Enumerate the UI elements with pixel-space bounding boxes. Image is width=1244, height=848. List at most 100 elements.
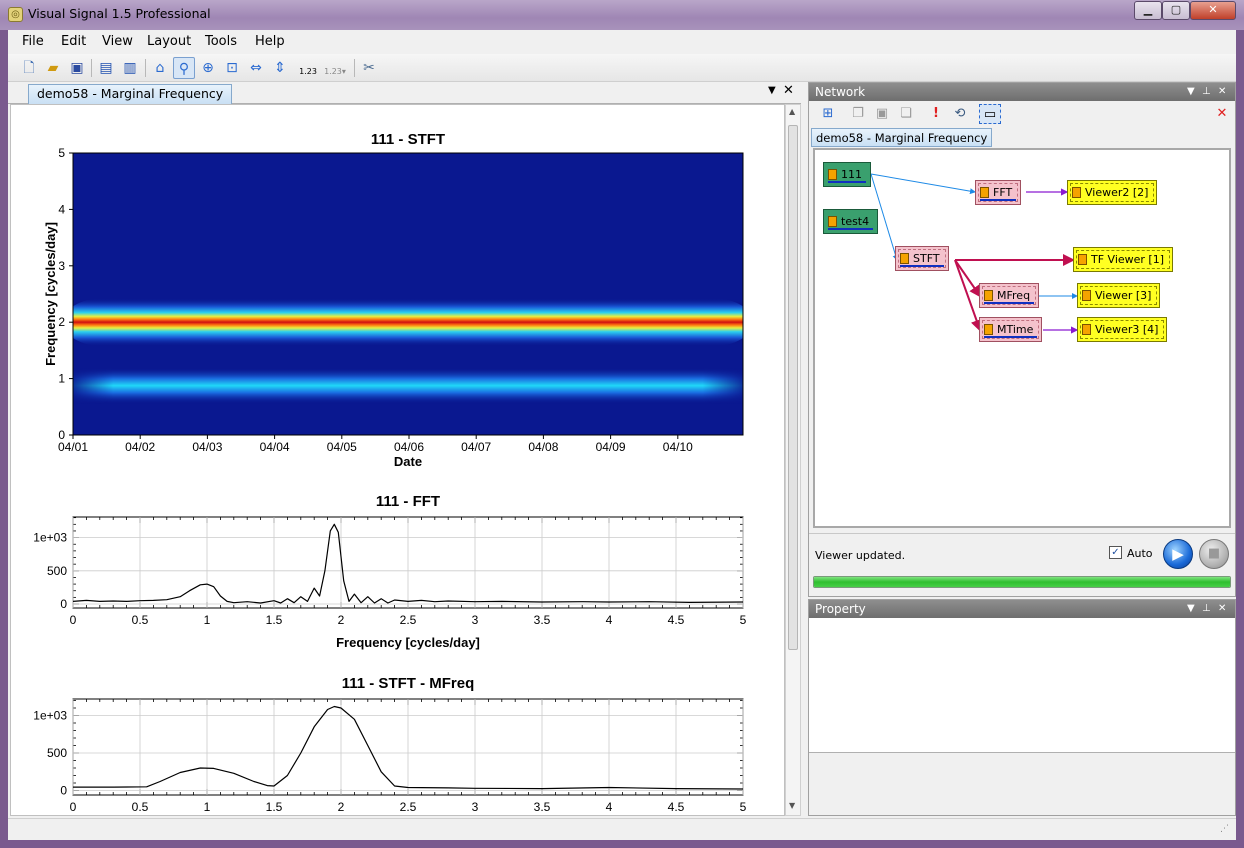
node-viewer2[interactable]: Viewer2 [2] [1067, 180, 1158, 205]
node-viewer[interactable]: Viewer [3] [1077, 283, 1161, 308]
run-button[interactable]: ▶ [1163, 539, 1193, 569]
export-icon[interactable]: ▤ [95, 57, 117, 79]
plots-svg: 111 - STFT 0 1 2 3 4 5 04/01 04/02 04/03 04/04 04/0… [33, 131, 747, 814]
pin-icon[interactable]: ⊥ [1202, 83, 1211, 101]
tab-demo58-marginal-frequency[interactable]: demo58 - Marginal Frequency [28, 84, 233, 104]
x-tick-label: 3 [472, 800, 479, 814]
home-icon[interactable]: ⌂ [149, 57, 171, 79]
x-tick-label: 0.5 [132, 613, 149, 627]
y-tick-label: 0 [60, 597, 67, 611]
axis-scale-dropdown-icon[interactable]: 1.23▾ [322, 57, 348, 79]
paste-icon[interactable]: ❏ [895, 104, 917, 124]
x-tick-label: 5 [740, 613, 747, 627]
refresh-icon[interactable]: ⟲ [949, 104, 971, 124]
menu-view[interactable]: View [102, 34, 133, 49]
band-group [73, 367, 743, 404]
open-folder-icon[interactable]: ▰ [42, 57, 64, 79]
zoom-y-icon[interactable]: ⇕ [269, 57, 291, 79]
y-tick-label: 0 [60, 784, 67, 798]
scroll-down-icon[interactable]: ▼ [789, 801, 795, 810]
add-node-icon[interactable]: ⊞ [817, 104, 839, 124]
link-stft-mfreq [954, 259, 982, 298]
menu-bar: File Edit View Layout Tools Help [8, 30, 1236, 54]
save-network-icon[interactable]: ▣ [871, 104, 893, 124]
x-tick-label: 04/04 [260, 440, 290, 454]
x-tick-label: 1.5 [266, 800, 283, 814]
axis-scale-icon[interactable]: 1.23 [295, 57, 321, 79]
close-tab-icon[interactable]: ✕ [783, 83, 794, 98]
menu-edit[interactable]: Edit [61, 34, 86, 49]
close-panel-icon[interactable]: ✕ [1218, 600, 1226, 618]
panel-menu-icon[interactable]: ▼ [1187, 83, 1195, 101]
pin-icon[interactable]: ⊥ [1202, 600, 1211, 618]
new-file-icon[interactable]: 🗋 [18, 57, 40, 79]
x-tick-label: 04/07 [461, 440, 491, 454]
auto-checkbox[interactable]: ✓ [1109, 546, 1122, 559]
copy-icon[interactable]: ❐ [847, 104, 869, 124]
node-mtime[interactable]: MTime [979, 317, 1043, 342]
node-111[interactable]: 111 [823, 162, 871, 187]
y-tick-label: 5 [58, 146, 65, 160]
property-panel: Property ▼ ⊥ ✕ [808, 599, 1236, 816]
link-stft-mtime [954, 259, 983, 332]
network-canvas[interactable]: 111 test4 FFT Viewer2 [2] STFT TF Viewer… [813, 148, 1231, 528]
x-tick-label: 4.5 [668, 613, 685, 627]
close-window-button[interactable]: ✕ [1190, 1, 1236, 20]
close-panel-icon[interactable]: ✕ [1218, 83, 1226, 101]
node-mfreq[interactable]: MFreq [979, 283, 1040, 308]
x-tick-label: 3.5 [534, 800, 551, 814]
x-axis-label: Frequency [cycles/day] [336, 635, 480, 650]
menu-file[interactable]: File [22, 34, 44, 49]
zoom-x-icon[interactable]: ⇔ [245, 57, 267, 79]
property-grid[interactable] [809, 618, 1235, 753]
status-text: Viewer updated. [815, 549, 906, 562]
menu-help[interactable]: Help [255, 34, 285, 49]
panel-menu-icon[interactable]: ▼ [1187, 600, 1195, 618]
zoom-fit-icon[interactable]: ⊡ [221, 57, 243, 79]
node-tf-viewer[interactable]: TF Viewer [1] [1073, 247, 1174, 272]
tab-network-demo58[interactable]: demo58 - Marginal Frequency [811, 128, 993, 147]
node-test4[interactable]: test4 [823, 209, 879, 234]
progress-bar [813, 576, 1231, 588]
stft-heatmap: 111 - STFT01234504/01 04/02 04/03 04/04 04/0… [43, 131, 744, 469]
zoom-rect-icon[interactable]: ⚲ [173, 57, 195, 79]
x-tick-label: 04/09 [596, 440, 626, 454]
tab-list-dropdown-icon[interactable]: ▼ [768, 85, 776, 96]
x-tick-label: 04/08 [528, 440, 558, 454]
toolbar-separator [91, 59, 92, 77]
x-tick-label: 04/06 [394, 440, 424, 454]
y-tick-label: 2 [58, 315, 65, 329]
plot-vertical-scrollbar[interactable]: ▲ ▼ [785, 104, 801, 816]
progress-fill [814, 577, 1230, 587]
x-tick-label: 0 [70, 613, 77, 627]
y-tick-label: 1e+03 [33, 531, 67, 545]
x-tick-label: 04/03 [192, 440, 222, 454]
resize-grip-icon[interactable]: ⋰ [1220, 824, 1229, 834]
tools-icon[interactable]: ✂ [358, 57, 380, 79]
menu-tools[interactable]: Tools [205, 34, 237, 49]
node-fft[interactable]: FFT [975, 180, 1022, 205]
save-icon[interactable]: ▣ [66, 57, 88, 79]
export-all-icon[interactable]: ▥ [119, 57, 141, 79]
menu-layout[interactable]: Layout [147, 34, 191, 49]
network-panel-title: Network [815, 85, 866, 99]
y-tick-label: 500 [47, 746, 67, 760]
x-tick-label: 3.5 [534, 613, 551, 627]
x-tick-label: 04/10 [663, 440, 693, 454]
node-stft[interactable]: STFT [895, 246, 949, 271]
alert-icon[interactable]: ! [925, 104, 947, 124]
node-viewer3[interactable]: Viewer3 [4] [1077, 317, 1168, 342]
network-toolbar: ⊞ ❐ ▣ ❏ ! ⟲ ▭ ✕ [809, 101, 1235, 127]
y-tick-label: 4 [58, 202, 65, 216]
scrollbar-thumb[interactable] [788, 125, 798, 650]
scroll-up-icon[interactable]: ▲ [789, 107, 795, 116]
x-tick-label: 1.5 [266, 613, 283, 627]
delete-node-icon[interactable]: ✕ [1211, 104, 1233, 124]
stop-button[interactable]: ■ [1199, 539, 1229, 569]
maximize-button[interactable]: ▢ [1162, 1, 1190, 20]
chart-title: 111 - STFT [371, 131, 445, 148]
select-area-icon[interactable]: ▭ [979, 104, 1001, 124]
minimize-button[interactable]: ▁ [1134, 1, 1162, 20]
x-tick-label: 4 [606, 800, 613, 814]
zoom-in-icon[interactable]: ⊕ [197, 57, 219, 79]
